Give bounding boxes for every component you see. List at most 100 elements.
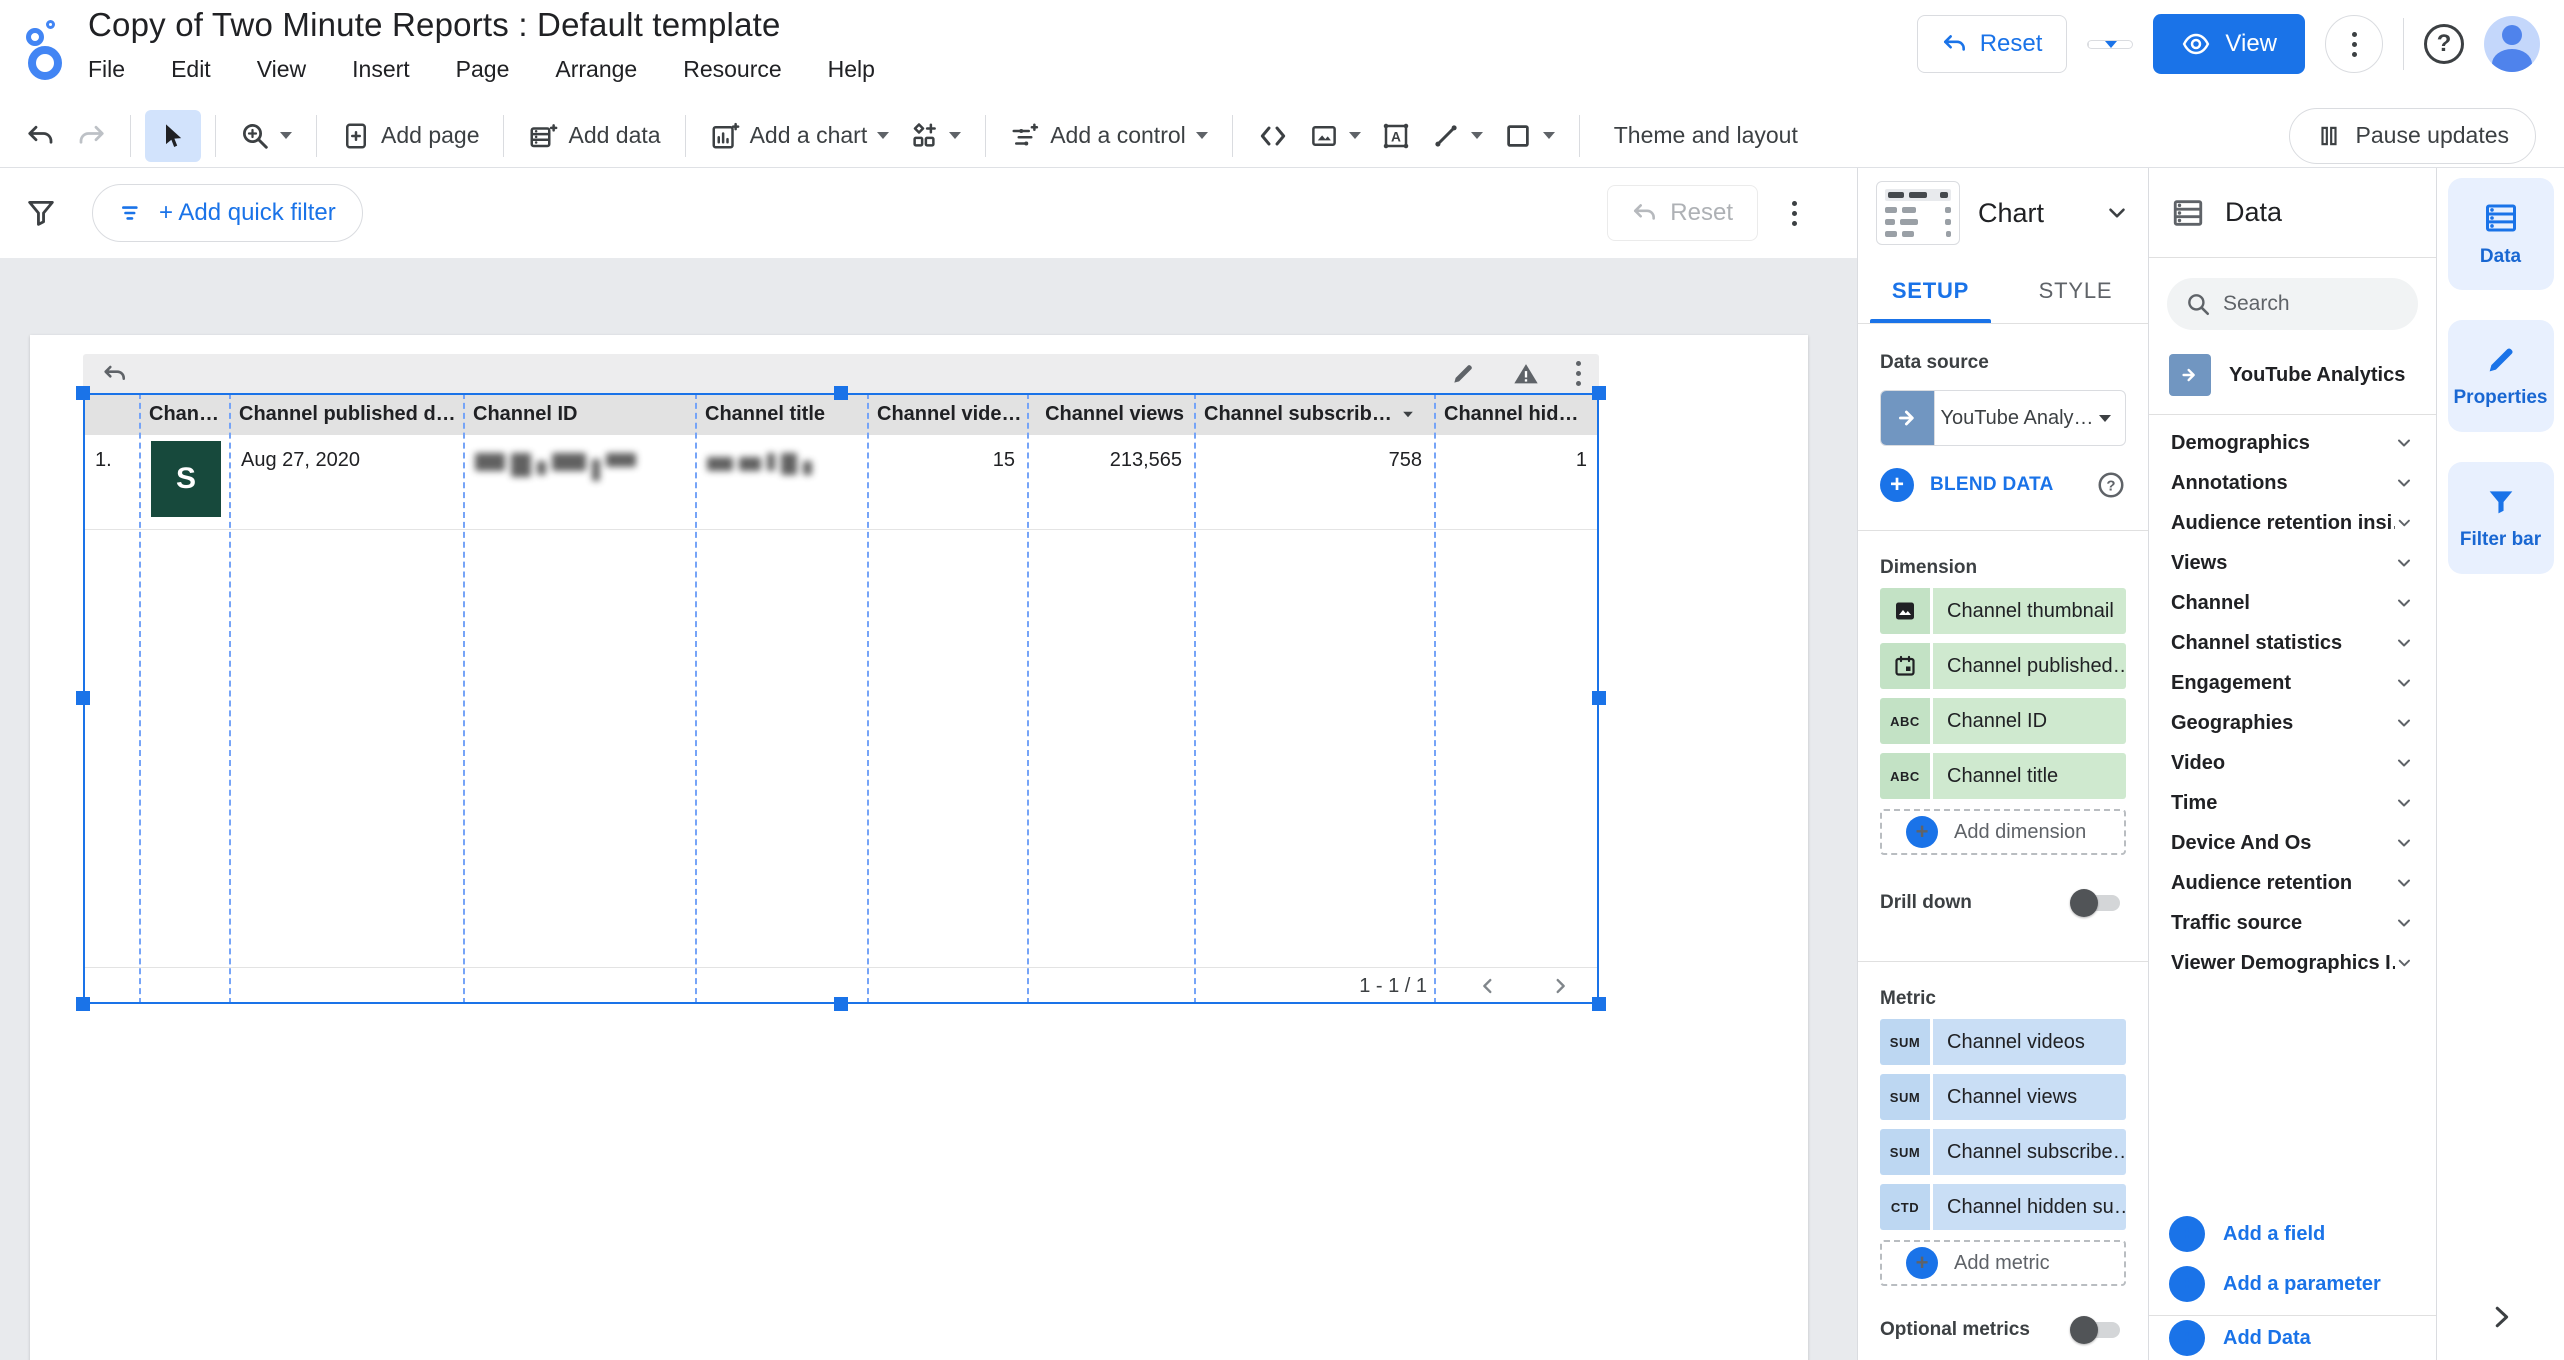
embed-url-button[interactable] <box>1247 110 1299 162</box>
col-header-videos[interactable]: Channel vide… <box>867 403 1027 426</box>
optional-metrics-toggle[interactable] <box>2070 1316 2126 1344</box>
field-group-views[interactable]: Views <box>2149 543 2436 583</box>
col-header-thumbnail[interactable]: Chan… <box>139 403 229 426</box>
resize-handle-se[interactable] <box>1592 997 1606 1011</box>
rail-tab-data[interactable]: Data <box>2448 178 2554 290</box>
field-group-audience-retention[interactable]: Audience retention <box>2149 863 2436 903</box>
search-input[interactable] <box>2223 292 2393 316</box>
select-tool[interactable] <box>145 110 201 162</box>
data-source-select[interactable]: YouTube Analy… <box>1880 390 2126 446</box>
help-icon[interactable]: ? <box>2424 24 2464 64</box>
insert-image-button[interactable] <box>1299 110 1371 162</box>
share-dropdown-button[interactable] <box>2088 41 2132 48</box>
drill-down-toggle[interactable] <box>2070 889 2126 917</box>
dimension-chip-channel-id[interactable]: ABC Channel ID <box>1880 698 2126 744</box>
menu-help[interactable]: Help <box>828 56 875 83</box>
add-parameter-button[interactable]: + Add a parameter <box>2149 1259 2436 1309</box>
resize-handle-nw[interactable] <box>76 386 90 400</box>
field-search[interactable] <box>2167 278 2418 330</box>
insert-shape-button[interactable] <box>1493 110 1565 162</box>
field-group-audience-retention-insights[interactable]: Audience retention insi… <box>2149 503 2436 543</box>
collapse-panel-icon[interactable] <box>2486 1302 2516 1332</box>
resize-handle-ne[interactable] <box>1592 386 1606 400</box>
field-group-video[interactable]: Video <box>2149 743 2436 783</box>
field-group-annotations[interactable]: Annotations <box>2149 463 2436 503</box>
tab-setup[interactable]: SETUP <box>1858 258 2003 323</box>
metric-chip-channel-subscribers[interactable]: SUM Channel subscribe… <box>1880 1129 2126 1175</box>
field-group-time[interactable]: Time <box>2149 783 2436 823</box>
metric-chip-channel-videos[interactable]: SUM Channel videos <box>1880 1019 2126 1065</box>
field-group-viewer-demographics[interactable]: Viewer Demographics I… <box>2149 943 2436 983</box>
field-group-demographics[interactable]: Demographics <box>2149 423 2436 463</box>
avatar[interactable] <box>2484 16 2540 72</box>
dimension-chip-channel-published[interactable]: Channel published… <box>1880 643 2126 689</box>
filter-bar-kebab-icon[interactable] <box>1792 201 1797 226</box>
edit-pencil-icon[interactable] <box>1450 361 1476 387</box>
undo-button[interactable] <box>16 110 66 162</box>
col-header-title[interactable]: Channel title <box>695 403 867 426</box>
help-icon[interactable]: ? <box>2096 470 2126 500</box>
col-header-subscribers[interactable]: Channel subscrib… <box>1194 403 1434 426</box>
filter-reset-button[interactable]: Reset <box>1607 185 1758 241</box>
tab-style[interactable]: STYLE <box>2003 258 2148 323</box>
resize-handle-e[interactable] <box>1592 691 1606 705</box>
add-metric-button[interactable]: + Add metric <box>1880 1240 2126 1286</box>
table-chart[interactable]: Chan… Channel published d… Channel ID Ch… <box>83 393 1599 1004</box>
col-header-hidden[interactable]: Channel hid… <box>1434 403 1599 426</box>
chart-type-selector[interactable]: Chart <box>1858 168 2148 258</box>
resize-handle-w[interactable] <box>76 691 90 705</box>
add-dimension-button[interactable]: + Add dimension <box>1880 809 2126 855</box>
metric-chip-channel-views[interactable]: SUM Channel views <box>1880 1074 2126 1120</box>
dimension-chip-channel-thumbnail[interactable]: Channel thumbnail <box>1880 588 2126 634</box>
rail-tab-properties[interactable]: Properties <box>2448 320 2554 432</box>
add-data-button-footer[interactable]: + Add Data <box>2149 1316 2436 1360</box>
view-button[interactable]: View <box>2153 14 2305 74</box>
data-source-entry[interactable]: YouTube Analytics <box>2149 338 2436 415</box>
table-row[interactable]: 1. S Aug 27, 2020 15 213,565 7 <box>83 435 1599 530</box>
dimension-chip-channel-title[interactable]: ABC Channel title <box>1880 753 2126 799</box>
reset-button[interactable]: Reset <box>1917 15 2068 73</box>
warning-icon[interactable] <box>1512 360 1540 388</box>
menu-resource[interactable]: Resource <box>683 56 781 83</box>
field-group-channel[interactable]: Channel <box>2149 583 2436 623</box>
menu-page[interactable]: Page <box>456 56 510 83</box>
zoom-tool[interactable] <box>230 110 302 162</box>
rail-tab-filter-bar[interactable]: Filter bar <box>2448 462 2554 574</box>
col-header-id[interactable]: Channel ID <box>463 403 695 426</box>
insert-text-button[interactable]: A <box>1371 110 1421 162</box>
looker-studio-logo[interactable] <box>16 12 68 88</box>
add-data-button[interactable]: Add data <box>518 110 670 162</box>
theme-and-layout-button[interactable]: Theme and layout <box>1604 110 1808 162</box>
resize-handle-s[interactable] <box>834 997 848 1011</box>
add-field-button[interactable]: + Add a field <box>2149 1209 2436 1259</box>
page-next-icon[interactable] <box>1549 975 1571 997</box>
report-title[interactable]: Copy of Two Minute Reports : Default tem… <box>88 6 781 44</box>
page-prev-icon[interactable] <box>1477 975 1499 997</box>
more-options-button[interactable] <box>2325 15 2383 73</box>
blend-data-button[interactable]: + BLEND DATA ? <box>1880 468 2126 502</box>
chart-kebab-icon[interactable] <box>1576 361 1581 386</box>
menu-insert[interactable]: Insert <box>352 56 410 83</box>
menu-file[interactable]: File <box>88 56 125 83</box>
resize-handle-sw[interactable] <box>76 997 90 1011</box>
field-group-engagement[interactable]: Engagement <box>2149 663 2436 703</box>
report-canvas[interactable]: Chan… Channel published d… Channel ID Ch… <box>0 258 1857 1360</box>
metric-chip-channel-hidden[interactable]: CTD Channel hidden su… <box>1880 1184 2126 1230</box>
col-header-views[interactable]: Channel views <box>1027 403 1194 426</box>
community-visualizations-button[interactable] <box>899 110 971 162</box>
chart-undo-icon[interactable] <box>101 360 129 388</box>
add-page-button[interactable]: Add page <box>331 110 489 162</box>
redo-button[interactable] <box>66 110 116 162</box>
menu-edit[interactable]: Edit <box>171 56 211 83</box>
menu-view[interactable]: View <box>257 56 306 83</box>
col-header-published[interactable]: Channel published d… <box>229 403 463 426</box>
add-quick-filter-button[interactable]: + Add quick filter <box>92 184 363 242</box>
add-control-button[interactable]: Add a control <box>1000 110 1218 162</box>
resize-handle-n[interactable] <box>834 386 848 400</box>
field-group-geographies[interactable]: Geographies <box>2149 703 2436 743</box>
insert-line-button[interactable] <box>1421 110 1493 162</box>
field-group-traffic-source[interactable]: Traffic source <box>2149 903 2436 943</box>
menu-arrange[interactable]: Arrange <box>555 56 637 83</box>
add-chart-button[interactable]: Add a chart <box>700 110 900 162</box>
field-group-device-and-os[interactable]: Device And Os <box>2149 823 2436 863</box>
